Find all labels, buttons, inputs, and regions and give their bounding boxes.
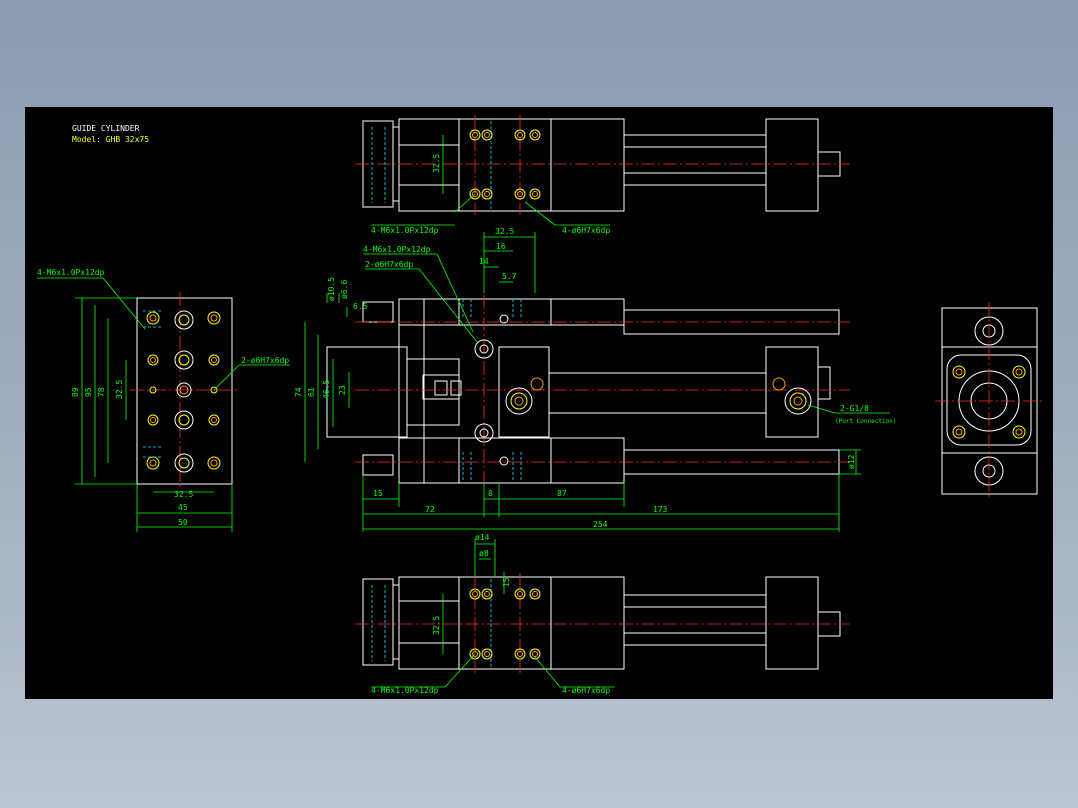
left-dim-89: 89 xyxy=(71,387,80,397)
bottom-dim-d14: ø14 xyxy=(475,533,490,542)
cad-drawing: GUIDE CYLINDER Model: GHB 32x75 32.5 4-M… xyxy=(37,115,1045,695)
top-view: 32.5 4-M6x1.0Px12dp 4-ø6H7x6dp xyxy=(355,115,850,235)
left-dim-95: 95 xyxy=(84,387,93,397)
drawing-title: GUIDE CYLINDER xyxy=(72,124,140,133)
left-dim-45: 45 xyxy=(178,503,188,512)
front-dim-57: 5.7 xyxy=(502,272,517,281)
left-dim-b325: 32.5 xyxy=(174,490,193,499)
front-tap-callout: 4-M6x1.0Px12dp xyxy=(363,245,431,254)
front-dim-87: 87 xyxy=(557,489,567,498)
front-dim-254: 254 xyxy=(593,520,608,529)
front-dim-66: ø6.6 xyxy=(340,280,349,299)
front-dim-61: 61 xyxy=(307,387,316,397)
front-dim-15: 15 xyxy=(373,489,383,498)
bottom-dim-15: 15 xyxy=(502,577,511,587)
front-dim-325: 32.5 xyxy=(495,227,514,236)
bottom-view: ø14 ø8 15 32.5 4-M6x1.0Px12dp 4-ø6H7x6dp xyxy=(355,533,850,695)
left-dim-78: 78 xyxy=(97,387,106,397)
bottom-dim-d8: ø8 xyxy=(479,549,489,558)
left-end-view: 89 95 78 32.5 32.5 45 50 4-M6x1.0Px12dp … xyxy=(37,268,290,532)
front-dim-173: 173 xyxy=(653,505,668,514)
left-dim-325: 32.5 xyxy=(115,380,124,399)
top-pin-callout: 4-ø6H7x6dp xyxy=(562,226,610,235)
front-dim-d12: ø12 xyxy=(847,454,856,469)
drawing-sheet: GUIDE CYLINDER Model: GHB 32x75 32.5 4-M… xyxy=(25,107,1053,699)
front-pin-callout: 2-ø6H7x6dp xyxy=(365,260,413,269)
front-dim-14: 14 xyxy=(479,257,489,266)
front-dim-72: 72 xyxy=(425,505,435,514)
front-dim-65: 6.5 xyxy=(353,302,368,311)
front-dim-8: 8 xyxy=(488,489,493,498)
left-tap-callout: 4-M6x1.0Px12dp xyxy=(37,268,105,277)
left-dim-50: 50 xyxy=(178,518,188,527)
front-dim-465: 46.5 xyxy=(322,380,331,399)
top-dim-325: 32.5 xyxy=(432,154,441,173)
port-note: (Port Connection) xyxy=(835,418,896,425)
front-dim-74: 74 xyxy=(294,387,303,397)
drawing-model: Model: GHB 32x75 xyxy=(72,135,149,144)
front-dim-105: ø10.5 xyxy=(327,277,336,301)
right-end-view xyxy=(935,302,1045,499)
front-view: 32.5 16 14 5.7 ø10.5 ø6.6 6.5 74 61 46.5… xyxy=(294,227,896,532)
front-dim-23: 23 xyxy=(338,385,347,395)
bottom-pin-callout: 4-ø6H7x6dp xyxy=(562,686,610,695)
top-tap-callout: 4-M6x1.0Px12dp xyxy=(371,226,439,235)
front-dim-16: 16 xyxy=(496,242,506,251)
left-pin-callout: 2-ø6H7x6dp xyxy=(241,356,289,365)
bottom-dim-325: 32.5 xyxy=(432,616,441,635)
port-callout: 2-G1/8 xyxy=(840,404,869,413)
bottom-tap-callout: 4-M6x1.0Px12dp xyxy=(371,686,439,695)
